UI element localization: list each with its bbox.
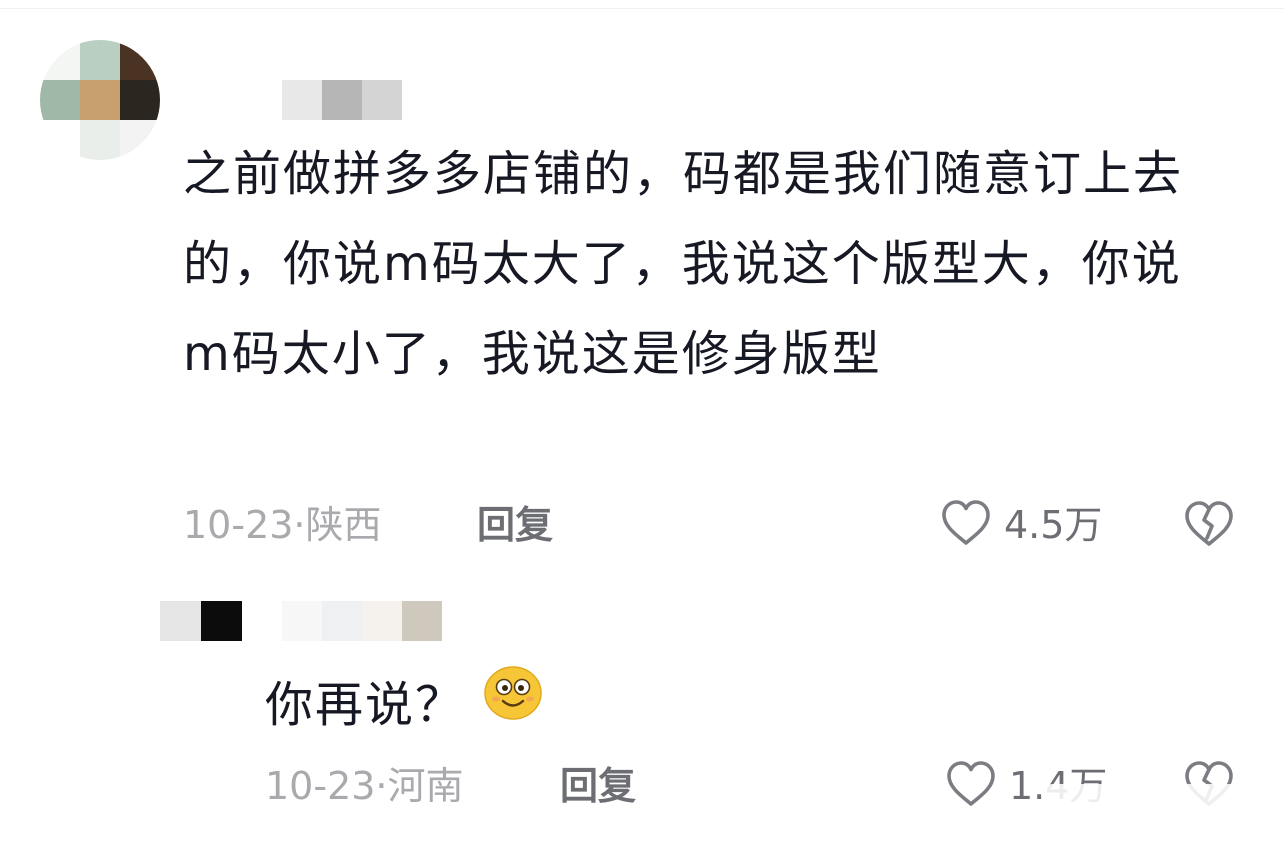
heart-icon <box>945 760 997 812</box>
mosaic-block <box>322 80 362 120</box>
mosaic-block <box>362 80 402 120</box>
mosaic-block <box>80 40 120 80</box>
watermark-overlay <box>1046 784 1266 828</box>
comment-meta: 10-23·河南 <box>265 761 464 811</box>
meta-separator: · <box>293 503 306 547</box>
comment-date: 10-23 <box>183 503 294 547</box>
mosaic-block <box>40 80 80 120</box>
username-mosaic[interactable] <box>282 80 402 120</box>
mosaic-block <box>160 601 201 641</box>
username-mosaic[interactable] <box>282 601 442 641</box>
mosaic-block <box>282 601 322 641</box>
avatar-mosaic[interactable] <box>160 601 242 641</box>
mosaic-block <box>120 120 160 160</box>
mosaic-block <box>80 80 120 120</box>
like-button[interactable]: 4.5万 <box>940 499 1102 551</box>
like-count: 4.5万 <box>1004 503 1103 547</box>
smile-emoji <box>483 659 543 749</box>
comment-text: 你再说？ <box>265 677 466 733</box>
reply-comment: 你再说？ <box>265 660 665 750</box>
reply-button[interactable]: 回复 <box>560 761 636 811</box>
comment-location: 河南 <box>387 764 464 808</box>
dislike-button[interactable] <box>1183 500 1235 552</box>
mosaic-block <box>402 601 442 641</box>
mosaic-block <box>362 601 402 641</box>
avatar-mosaic[interactable] <box>40 40 160 160</box>
mosaic-block <box>322 601 362 641</box>
mosaic-block <box>201 601 242 641</box>
mosaic-block <box>40 40 80 80</box>
mosaic-block <box>120 40 160 80</box>
mosaic-block <box>120 80 160 120</box>
comment-text: 之前做拼多多店铺的，码都是我们随意订上去的，你说m码太大了，我说这个版型大，你说… <box>183 146 1184 382</box>
mosaic-block <box>282 80 322 120</box>
meta-separator: · <box>375 764 388 808</box>
comment-meta: 10-23·陕西 <box>183 500 382 550</box>
comment-date: 10-23 <box>265 764 376 808</box>
top-divider <box>0 8 1284 9</box>
reply-button[interactable]: 回复 <box>477 500 553 550</box>
mosaic-block <box>80 120 120 160</box>
heart-icon <box>940 499 992 551</box>
mosaic-block <box>40 120 80 160</box>
comment-location: 陕西 <box>305 503 382 547</box>
dislike-broken-heart-icon <box>1183 501 1235 552</box>
